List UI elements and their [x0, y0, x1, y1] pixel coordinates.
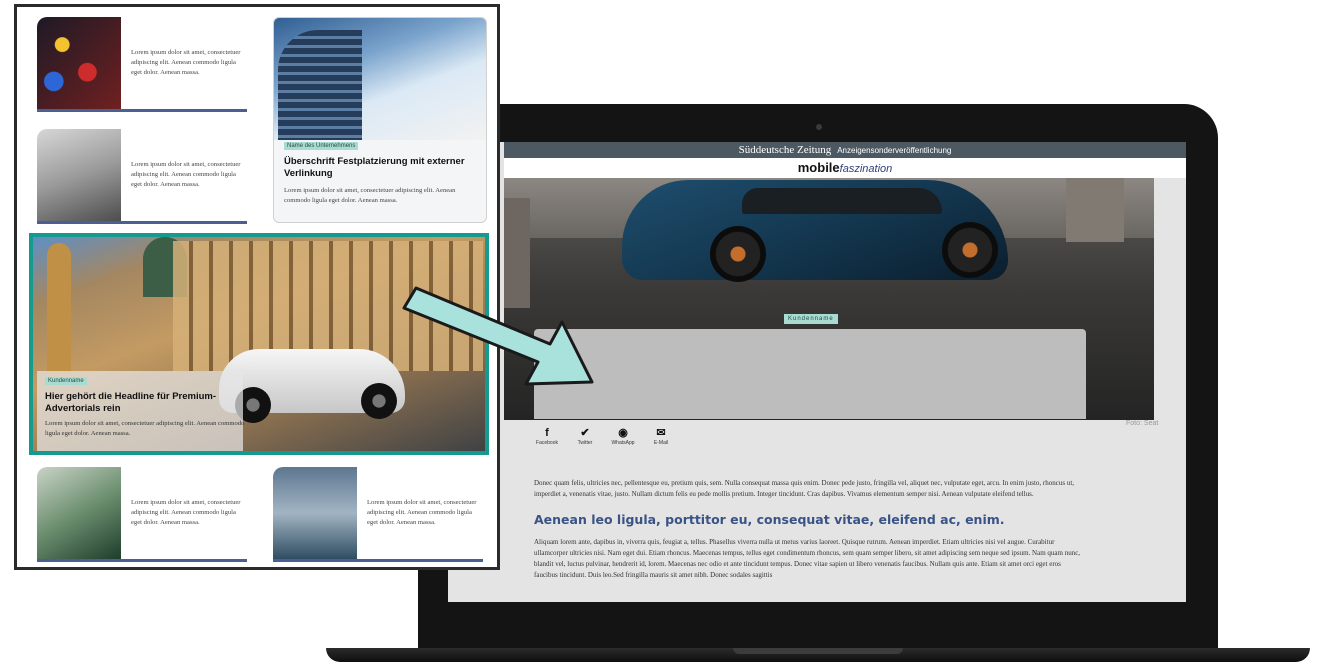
feature-title: Überschrift Festplatzierung mit externer… [284, 156, 465, 179]
feature-image [274, 18, 486, 140]
mail-icon: ✉ [656, 427, 666, 439]
teaser-text: Lorem ipsum dolor sit amet, consectetuer… [131, 161, 241, 188]
hero-car-window [742, 188, 942, 214]
feature-card[interactable]: Name des Unternehmens Überschrift Festpl… [273, 17, 487, 223]
headline-placeholder [534, 329, 1086, 419]
share-label: WhatsApp [611, 440, 635, 446]
teaser-text: Lorem ipsum dolor sit amet, consectetuer… [131, 499, 241, 526]
teaser-image [37, 17, 121, 109]
church-tower [47, 243, 71, 373]
teaser-card[interactable]: Lorem ipsum dolor sit amet, consectetuer… [37, 17, 247, 112]
article-body: Aliquam lorem ante, dapibus in, viverra … [534, 538, 1081, 579]
teaser-text: Lorem ipsum dolor sit amet, consectetuer… [367, 499, 477, 526]
hero-car-wheel-front [710, 226, 766, 282]
article-subheading: Aenean leo ligula, porttitor eu, consequ… [534, 512, 1005, 527]
advertorial-title: Hier gehört die Headline für Premium-Adv… [45, 391, 217, 414]
teaser-card[interactable]: Lorem ipsum dolor sit amet, consectetuer… [37, 129, 247, 224]
photo-credit: Foto: Seat [1126, 420, 1159, 427]
teaser-image [37, 129, 121, 221]
share-whatsapp[interactable]: ◉ WhatsApp [610, 426, 636, 446]
teaser-image [37, 467, 121, 559]
twitter-icon: ✔ [580, 427, 590, 439]
teaser-card[interactable]: Lorem ipsum dolor sit amet, consectetuer… [37, 467, 247, 562]
article: Donec quam felis, ultricies nec, pellent… [534, 478, 1086, 581]
hero-pillar-right [1066, 178, 1124, 242]
whatsapp-icon: ◉ [618, 427, 628, 439]
site-header-label: Anzeigensonderveröffentlichung [837, 145, 952, 155]
feature-building [278, 30, 362, 140]
share-label: E-Mail [653, 440, 669, 446]
arrow-icon [402, 286, 594, 386]
mobile-faszination-logo[interactable]: mobilefaszination [504, 158, 1186, 178]
share-email[interactable]: ✉ E-Mail [648, 426, 674, 446]
share-bar: f Facebook ✔ Twitter ◉ WhatsApp ✉ E-Mail [534, 426, 674, 446]
logo-part-faszination: faszination [839, 163, 893, 175]
article-intro: Donec quam felis, ultricies nec, pellent… [534, 479, 1075, 498]
facebook-icon: f [545, 427, 549, 439]
customer-tag: Kundenname [784, 314, 838, 324]
company-tag: Name des Unternehmens [284, 142, 359, 150]
share-label: Facebook [536, 440, 558, 446]
teaser-card[interactable]: Lorem ipsum dolor sit amet, consectetuer… [273, 467, 483, 562]
laptop-notch [733, 648, 903, 654]
share-facebook[interactable]: f Facebook [534, 426, 560, 446]
sz-logo[interactable]: Süddeutsche Zeitung [739, 144, 832, 156]
teaser-image [273, 467, 357, 559]
suv-wheel-rear [361, 383, 397, 419]
share-label: Twitter [577, 440, 593, 446]
teaser-text: Lorem ipsum dolor sit amet, consectetuer… [131, 49, 241, 76]
customer-tag: Kundenname [45, 377, 87, 385]
advertorial-body: Lorem ipsum dolor sit amet, consectetuer… [45, 420, 245, 437]
hero-car-wheel-rear [942, 222, 998, 278]
share-twitter[interactable]: ✔ Twitter [572, 426, 598, 446]
feature-body: Lorem ipsum dolor sit amet, consectetuer… [284, 187, 456, 204]
laptop-camera [816, 124, 822, 130]
logo-part-mobile: mobile [797, 160, 840, 175]
site-header: Süddeutsche Zeitung Anzeigensonderveröff… [504, 142, 1186, 158]
